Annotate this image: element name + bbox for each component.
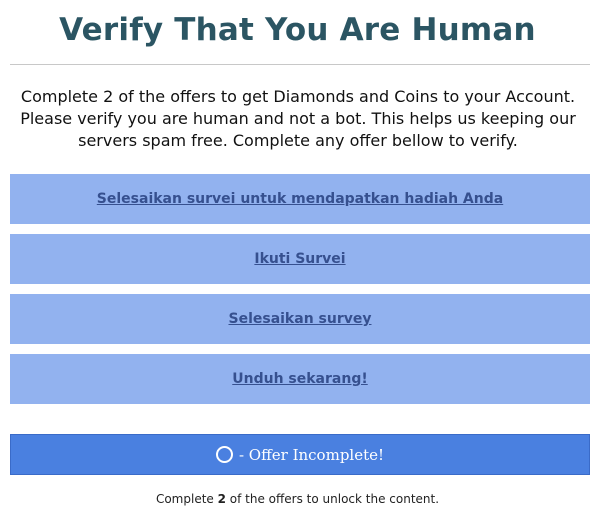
page-title: Verify That You Are Human	[59, 12, 536, 48]
spinner-ring-icon	[215, 446, 233, 463]
offer-item-2[interactable]: Ikuti Survei	[10, 234, 590, 284]
offer-status-bar: - Offer Incomplete!	[10, 434, 590, 475]
offer-item-1[interactable]: Selesaikan survei untuk mendapatkan hadi…	[10, 174, 590, 224]
footnote: Complete 2 of the offers to unlock the c…	[0, 492, 595, 506]
footnote-count: 2	[217, 492, 226, 506]
offer-link-2[interactable]: Ikuti Survei	[254, 251, 345, 267]
offer-list: Selesaikan survei untuk mendapatkan hadi…	[10, 174, 590, 414]
offer-link-4[interactable]: Unduh sekarang!	[232, 371, 367, 387]
title-divider	[10, 64, 590, 65]
instructions-text: Complete 2 of the offers to get Diamonds…	[20, 87, 576, 150]
footnote-prefix: Complete	[155, 492, 218, 506]
offer-item-4[interactable]: Unduh sekarang!	[10, 354, 590, 404]
offer-item-3[interactable]: Selesaikan survey	[10, 294, 590, 344]
status-text: - Offer Incomplete!	[238, 445, 385, 464]
footnote-suffix: of the offers to unlock the content.	[225, 492, 440, 506]
offer-link-3[interactable]: Selesaikan survey	[228, 311, 371, 327]
offer-link-1[interactable]: Selesaikan survei untuk mendapatkan hadi…	[97, 191, 503, 207]
